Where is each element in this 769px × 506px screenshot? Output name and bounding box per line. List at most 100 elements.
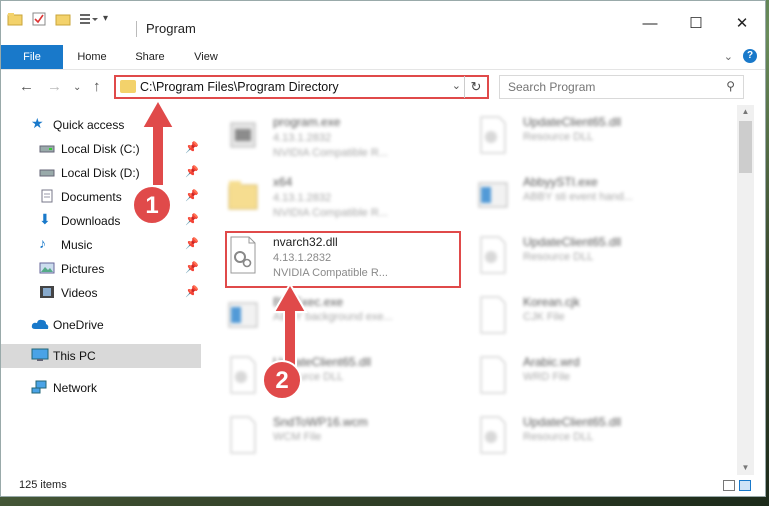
search-input[interactable] [506, 79, 710, 95]
step-1-callout: 1 [132, 185, 172, 225]
address-dropdown-icon[interactable]: ⌄ [452, 79, 461, 92]
ribbon-right-controls: ⌄ ? [724, 49, 757, 63]
list-item[interactable]: UpdateClient65.dll Resource DLL [453, 409, 703, 461]
list-item[interactable]: UpdateClient65.dll Resource DLL [453, 229, 703, 285]
address-path[interactable]: C:\Program Files\Program Directory [140, 80, 339, 94]
file-icon [227, 415, 259, 455]
file-description: NVIDIA Compatible R... [273, 207, 388, 219]
pin-icon[interactable]: 📌 [185, 237, 199, 250]
search-icon[interactable]: ⚲ [726, 79, 735, 93]
sidebar-item-this-pc[interactable]: This PC [1, 344, 201, 368]
minimize-button[interactable]: — [627, 13, 673, 35]
ribbon-tabs: File Home Share View ⌄ ? [1, 45, 765, 70]
recent-locations-chevron-icon[interactable]: ⌄ [73, 82, 81, 93]
help-icon[interactable]: ? [743, 49, 757, 63]
sidebar-item-pictures[interactable]: Pictures 📌 [1, 257, 201, 281]
pin-icon[interactable]: 📌 [185, 285, 199, 298]
pictures-icon [39, 261, 55, 275]
network-icon [31, 380, 47, 394]
folder-icon[interactable] [7, 11, 23, 27]
sidebar-item-network[interactable]: Network [1, 376, 201, 400]
drive-icon [39, 141, 55, 155]
new-folder-icon[interactable] [55, 11, 71, 27]
documents-icon [39, 189, 55, 203]
expand-ribbon-icon[interactable]: ⌄ [724, 50, 733, 63]
tab-share[interactable]: Share [125, 45, 175, 69]
drive-icon [39, 165, 55, 179]
file-name: UpdateClient65.dll [523, 115, 622, 129]
sidebar-item-label: Downloads [61, 214, 121, 228]
pin-icon[interactable]: 📌 [185, 213, 199, 226]
file-name: UpdateClient65.dll [523, 415, 622, 429]
list-item[interactable]: Arabic.wrd WRD File [453, 349, 703, 405]
close-button[interactable]: ✕ [719, 13, 765, 35]
sidebar-item-onedrive[interactable]: OneDrive [1, 313, 201, 337]
file-description: Resource DLL [523, 131, 594, 143]
dll-file-icon [227, 355, 259, 395]
address-bar[interactable]: C:\Program Files\Program Directory ⌄ ↻ [114, 75, 489, 99]
sidebar-item-downloads[interactable]: ⬇ Downloads 📌 [1, 209, 201, 233]
pin-icon[interactable]: 📌 [185, 189, 199, 202]
sidebar-item-label: Documents [61, 190, 122, 204]
maximize-button[interactable]: ☐ [673, 13, 719, 35]
file-name: AbbyySTI.exe [523, 175, 598, 189]
list-item[interactable]: program.exe 4.13.1.2832 NVIDIA Compatibl… [203, 109, 453, 165]
list-item[interactable]: Korean.cjk CJK File [453, 289, 703, 345]
file-name: nvarch32.dll [273, 235, 338, 249]
dll-file-icon [227, 235, 259, 275]
dll-file-icon [477, 235, 509, 275]
pin-icon[interactable]: 📌 [185, 141, 199, 154]
sidebar-item-label: Pictures [61, 262, 105, 276]
file-icon [477, 295, 509, 335]
sidebar-item-label: This PC [53, 349, 96, 363]
file-name: UpdateClient65.dll [523, 235, 622, 249]
search-box[interactable]: ⚲ [499, 75, 744, 99]
file-name: SndToWP16.wcm [273, 415, 368, 429]
sidebar-item-videos[interactable]: Videos 📌 [1, 281, 201, 305]
cloud-icon [31, 317, 49, 331]
dll-file-icon [477, 415, 509, 455]
file-explorer-window: ▾ Program — ☐ ✕ File Home Share View ⌄ ?… [0, 0, 766, 497]
exe-file-icon [227, 115, 259, 155]
title-bar: ▾ Program — ☐ ✕ [1, 1, 765, 41]
chevron-down-icon[interactable]: ▾ [103, 11, 119, 27]
back-arrow-icon[interactable]: ← [19, 78, 34, 95]
exe-file-icon [227, 295, 259, 335]
list-item[interactable]: SndToWP16.wcm WCM File [203, 409, 453, 461]
arrow-1-icon [140, 100, 176, 187]
tab-file[interactable]: File [1, 45, 63, 69]
arrow-2-icon [272, 284, 308, 367]
list-item[interactable]: x64 4.13.1.2832 NVIDIA Compatible R... [203, 169, 453, 225]
list-item[interactable]: UpdateClient65.dll Resource DLL [453, 109, 703, 165]
tab-home[interactable]: Home [67, 45, 117, 69]
list-item-nvarch32-dll[interactable]: nvarch32.dll 4.13.1.2832 NVIDIA Compatib… [203, 229, 453, 285]
list-item[interactable]: UpdateClient65.dll Resource DLL [203, 349, 453, 405]
file-description: CJK File [523, 311, 565, 323]
details-view-icon[interactable] [723, 480, 735, 491]
title-separator [136, 21, 137, 37]
refresh-icon[interactable]: ↻ [464, 76, 487, 98]
status-bar: 125 items [1, 475, 765, 496]
up-arrow-icon[interactable]: ↑ [93, 78, 101, 95]
tab-view[interactable]: View [181, 45, 231, 69]
star-icon: ★ [31, 115, 44, 131]
sidebar-item-label: Music [61, 238, 93, 252]
scroll-up-icon[interactable]: ▲ [737, 105, 754, 119]
properties-icon[interactable] [31, 11, 47, 27]
scroll-down-icon[interactable]: ▼ [737, 461, 754, 475]
vertical-scrollbar[interactable]: ▲ ▼ [737, 105, 754, 475]
customize-toolbar-icon[interactable] [79, 11, 98, 27]
list-item[interactable]: BkgExec.exe ABBY background exe... [203, 289, 453, 345]
file-version: 4.13.1.2832 [273, 252, 332, 264]
list-item[interactable]: AbbyySTI.exe ABBY sti event hand... [453, 169, 703, 225]
forward-arrow-icon[interactable]: → [47, 78, 62, 95]
file-description: NVIDIA Compatible R... [273, 267, 388, 279]
file-description: Resource DLL [523, 251, 594, 263]
file-description: ABBY sti event hand... [523, 191, 633, 203]
pin-icon[interactable]: 📌 [185, 261, 199, 274]
tiles-view-icon[interactable] [739, 480, 751, 491]
scrollbar-thumb[interactable] [739, 121, 752, 173]
pin-icon[interactable]: 📌 [185, 165, 199, 178]
file-description: NVIDIA Compatible R... [273, 147, 388, 159]
sidebar-item-music[interactable]: ♪ Music 📌 [1, 233, 201, 257]
